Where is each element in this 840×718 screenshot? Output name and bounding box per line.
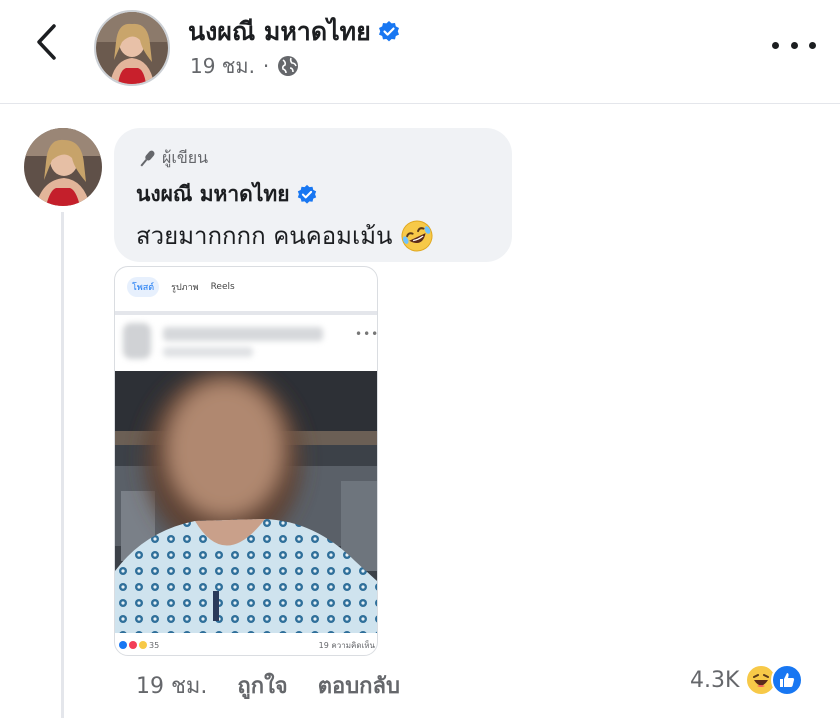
- like-reaction-icon: [771, 664, 804, 696]
- chevron-left-icon: [37, 24, 56, 60]
- comment-time[interactable]: 19 ชม.: [136, 668, 207, 703]
- attachment-reaction-count: 35: [149, 640, 160, 650]
- verified-badge-icon: [297, 184, 316, 204]
- more-horizontal-icon-dot: [809, 41, 816, 49]
- attachment-tab-reels: Reels: [210, 282, 235, 292]
- attachment-reactions: 35: [119, 641, 159, 650]
- profile-photo: [24, 128, 102, 206]
- attachment-tab-posts: โพสต์: [127, 277, 160, 297]
- blurred-name: [163, 327, 323, 341]
- author-badge-label: ผู้เขียน: [162, 148, 209, 167]
- attachment-post-header: [123, 319, 373, 365]
- more-horizontal-icon-dot: [790, 41, 798, 49]
- more-horizontal-icon: •••: [355, 327, 378, 341]
- globe-icon: [278, 56, 299, 76]
- attachment-divider: [115, 311, 377, 315]
- blurred-avatar: [123, 323, 151, 359]
- profile-photo: [96, 12, 168, 84]
- back-button[interactable]: [28, 20, 68, 64]
- comment-actions: 19 ชม. ถูกใจ ตอบกลับ: [136, 668, 400, 703]
- comment-avatar[interactable]: [24, 128, 102, 206]
- comment-bubble[interactable]: ผู้เขียน นงผณี มหาดไทย สวยมากกกก คนคอมเม…: [114, 128, 512, 262]
- verified-badge-icon: [378, 21, 399, 42]
- like-reaction-icon: [119, 641, 127, 649]
- post-header: นงผณี มหาดไทย 19 ชม. ·: [0, 0, 840, 104]
- author-badge: ผู้เขียน: [136, 146, 208, 171]
- comment-reactions[interactable]: 4.3K: [690, 664, 804, 696]
- microphone-icon: [140, 150, 155, 167]
- attachment-tabs: โพสต์ รูปภาพ Reels: [115, 267, 377, 307]
- rolling-on-floor-laughing-emoji-icon: [401, 220, 433, 251]
- thread-line: [61, 212, 64, 718]
- comment-author[interactable]: นงผณี มหาดไทย: [136, 178, 318, 211]
- like-button[interactable]: ถูกใจ: [237, 668, 287, 703]
- comment-author-name[interactable]: นงผณี มหาดไทย: [136, 178, 290, 211]
- reaction-count[interactable]: 4.3K: [690, 668, 739, 693]
- attachment-tab-photos: รูปภาพ: [171, 283, 199, 293]
- more-horizontal-icon-dot: [772, 41, 779, 49]
- attachment-footer: 35 19 ความคิดเห็น: [119, 637, 375, 653]
- comment-body: สวยมากกกก คนคอมเม้น: [136, 222, 393, 250]
- header-name[interactable]: นงผณี มหาดไทย: [188, 12, 371, 52]
- post-meta: 19 ชม. ·: [190, 50, 299, 82]
- header-title[interactable]: นงผณี มหาดไทย: [188, 12, 401, 52]
- meta-separator: ·: [262, 54, 270, 78]
- haha-reaction-icon: [139, 641, 147, 649]
- reply-button[interactable]: ตอบกลับ: [318, 668, 400, 703]
- reaction-icons: [745, 664, 804, 696]
- comment-text: สวยมากกกก คนคอมเม้น: [136, 216, 434, 255]
- attachment-photo: [115, 371, 377, 633]
- love-reaction-icon: [129, 641, 137, 649]
- attachment-comment-count: 19 ความคิดเห็น: [318, 640, 375, 650]
- comment-attachment[interactable]: โพสต์ รูปภาพ Reels ••• 35 19 ความคิดเห็น: [114, 266, 378, 656]
- blurred-meta: [163, 347, 253, 357]
- more-options-button[interactable]: [772, 38, 816, 52]
- post-time[interactable]: 19 ชม.: [190, 50, 255, 82]
- header-avatar[interactable]: [94, 10, 170, 86]
